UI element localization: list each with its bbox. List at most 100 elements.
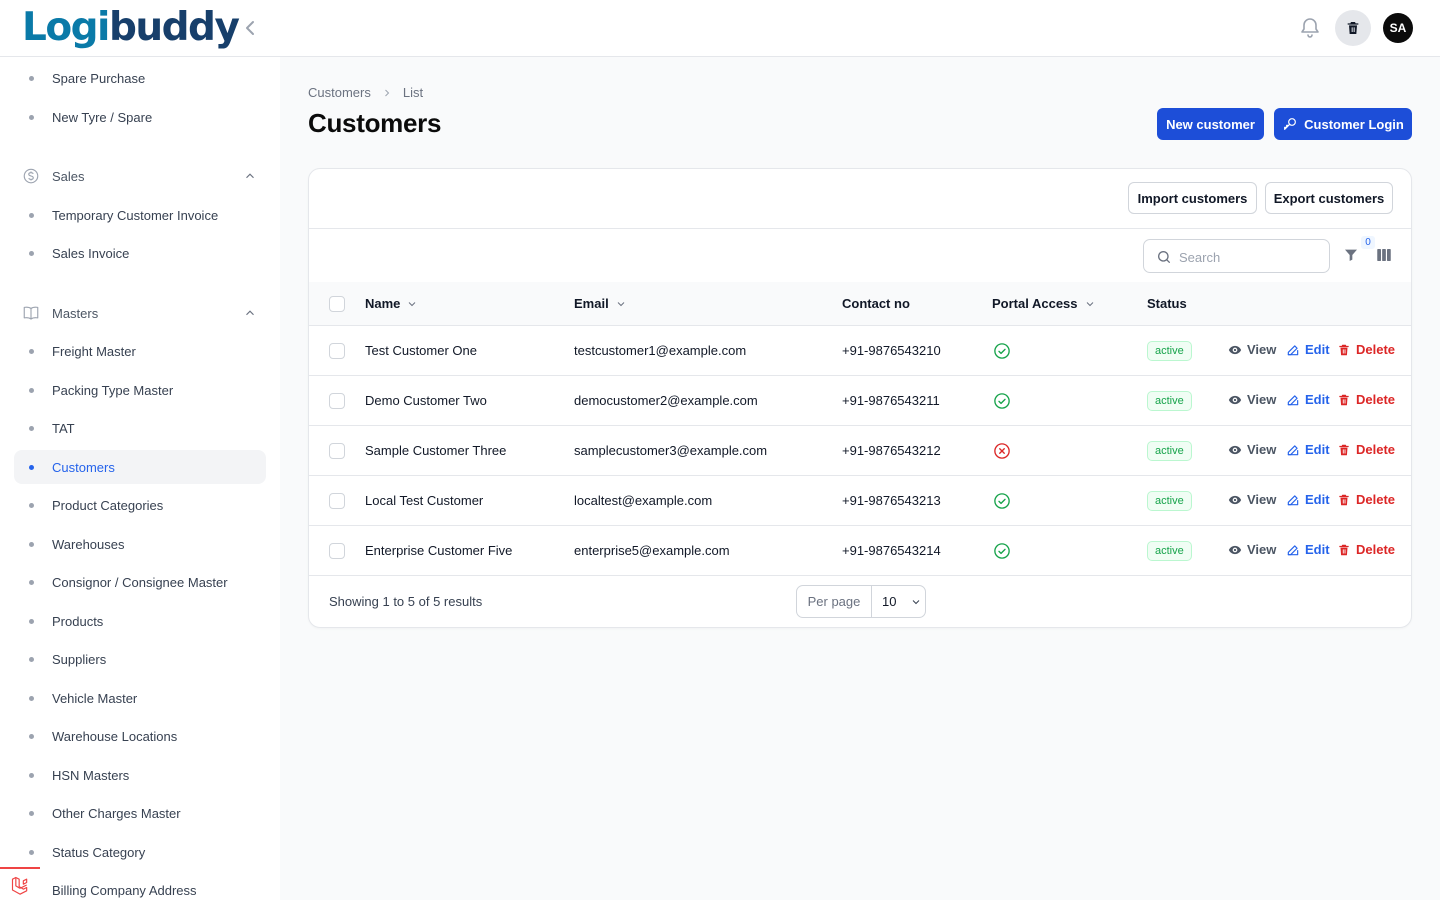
columns-icon[interactable] [1375,246,1393,264]
search-box [1143,239,1330,273]
edit-button[interactable]: Edit [1286,492,1330,507]
sidebar-item-temporary-customer-invoice[interactable]: Temporary Customer Invoice [14,198,266,232]
customer-email: enterprise5@example.com [574,543,730,558]
table-row[interactable]: Test Customer One testcustomer1@example.… [309,326,1411,376]
status-badge: active [1147,441,1192,461]
sidebar-item-warehouses[interactable]: Warehouses [14,527,266,561]
breadcrumb-current: List [402,85,424,100]
bullet [29,349,34,354]
customer-contact: +91-9876543212 [842,443,941,458]
bullet [29,580,34,585]
breadcrumb-root[interactable]: Customers [308,85,371,100]
column-portal-access[interactable]: Portal Access [992,296,1096,311]
sidebar-item-products[interactable]: Products [14,604,266,638]
edit-button[interactable]: Edit [1286,542,1330,557]
per-page-label: Per page [797,586,872,617]
pagination-summary: Showing 1 to 5 of 5 results [329,594,483,609]
select-all-checkbox[interactable] [329,296,345,312]
bullet [29,426,34,431]
user-avatar[interactable]: SA [1383,13,1413,43]
customer-login-button[interactable]: Customer Login [1274,108,1412,140]
sidebar-item-other-charges-master[interactable]: Other Charges Master [14,796,266,830]
table-header: Name Email Contact no Portal Access Stat… [309,282,1411,326]
chevron-down-icon [617,301,625,306]
chevron-up-icon [246,310,254,316]
sidebar-item-sales-invoice[interactable]: Sales Invoice [14,236,266,270]
trash-icon [1337,493,1351,507]
app-logo[interactable]: Logibuddy [22,4,240,52]
filter-icon[interactable] [1343,247,1359,263]
view-button[interactable]: View [1228,442,1276,457]
edit-button[interactable]: Edit [1286,342,1330,357]
row-checkbox[interactable] [329,543,345,559]
edit-button[interactable]: Edit [1286,392,1330,407]
sidebar-item-product-categories[interactable]: Product Categories [14,488,266,522]
new-customer-button[interactable]: New customer [1157,108,1264,140]
search-input[interactable] [1179,247,1319,267]
delete-button[interactable]: Delete [1337,542,1395,557]
sidebar-item[interactable]: Spare Purchase [14,61,266,95]
check-circle-icon [993,392,1011,410]
sidebar-item-consignor-consignee-master[interactable]: Consignor / Consignee Master [14,565,266,599]
customer-email: testcustomer1@example.com [574,343,747,358]
table-row[interactable]: Enterprise Customer Five enterprise5@exa… [309,526,1411,576]
delete-button[interactable]: Delete [1337,342,1395,357]
collapse-sidebar-icon[interactable] [238,16,262,40]
sidebar-item-hsn-masters[interactable]: HSN Masters [14,758,266,792]
edit-icon [1286,443,1300,457]
view-button[interactable]: View [1228,542,1276,557]
row-checkbox[interactable] [329,343,345,359]
eye-icon [1228,343,1242,357]
per-page-dropdown[interactable]: 10 [872,586,925,617]
view-button[interactable]: View [1228,392,1276,407]
trash-icon [1337,393,1351,407]
column-status: Status [1147,296,1187,311]
bullet [29,465,34,470]
sidebar-group-sales[interactable]: Sales [14,159,266,193]
import-customers-button[interactable]: Import customers [1128,182,1257,214]
delete-button[interactable]: Delete [1337,392,1395,407]
delete-button[interactable]: Delete [1337,492,1395,507]
eye-icon [1228,443,1242,457]
delete-button[interactable]: Delete [1337,442,1395,457]
row-checkbox[interactable] [329,493,345,509]
sidebar-item-warehouse-locations[interactable]: Warehouse Locations [14,719,266,753]
customer-contact: +91-9876543211 [842,393,940,408]
sidebar-item-freight-master[interactable]: Freight Master [14,334,266,368]
sidebar-group-masters[interactable]: Masters [14,296,266,330]
sidebar-item-billing-company-address[interactable]: Billing Company Address [14,873,266,900]
top-bar: Logibuddy SA [0,0,1440,57]
sidebar-item-status-category[interactable]: Status Category [14,835,266,869]
table-row[interactable]: Sample Customer Three samplecustomer3@ex… [309,426,1411,476]
chevron-down-icon [1086,301,1093,306]
laravel-logo-icon[interactable] [0,867,40,900]
edit-button[interactable]: Edit [1286,442,1330,457]
chevron-up-icon [246,173,254,179]
row-checkbox[interactable] [329,393,345,409]
bullet [29,734,34,739]
table-row[interactable]: Local Test Customer localtest@example.co… [309,476,1411,526]
sidebar-item-packing-type-master[interactable]: Packing Type Master [14,373,266,407]
sidebar-item-suppliers[interactable]: Suppliers [14,642,266,676]
table-row[interactable]: Demo Customer Two democustomer2@example.… [309,376,1411,426]
trash-icon[interactable] [1335,10,1371,46]
column-email[interactable]: Email [574,296,627,311]
edit-icon [1286,543,1300,557]
column-name[interactable]: Name [365,296,418,311]
sidebar-item[interactable]: New Tyre / Spare [14,100,266,134]
bullet [29,213,34,218]
bullet [29,850,34,855]
search-icon [1158,250,1170,263]
view-button[interactable]: View [1228,492,1276,507]
divider [309,228,1411,229]
sidebar-item-customers[interactable]: Customers [14,450,266,484]
row-checkbox[interactable] [329,443,345,459]
sidebar-item-vehicle-master[interactable]: Vehicle Master [14,681,266,715]
customer-name: Test Customer One [365,343,477,358]
view-button[interactable]: View [1228,342,1276,357]
sidebar-item-tat[interactable]: TAT [14,411,266,445]
export-customers-button[interactable]: Export customers [1265,182,1393,214]
notification-bell-icon[interactable] [1298,16,1322,40]
edit-icon [1286,343,1300,357]
bullet [29,503,34,508]
